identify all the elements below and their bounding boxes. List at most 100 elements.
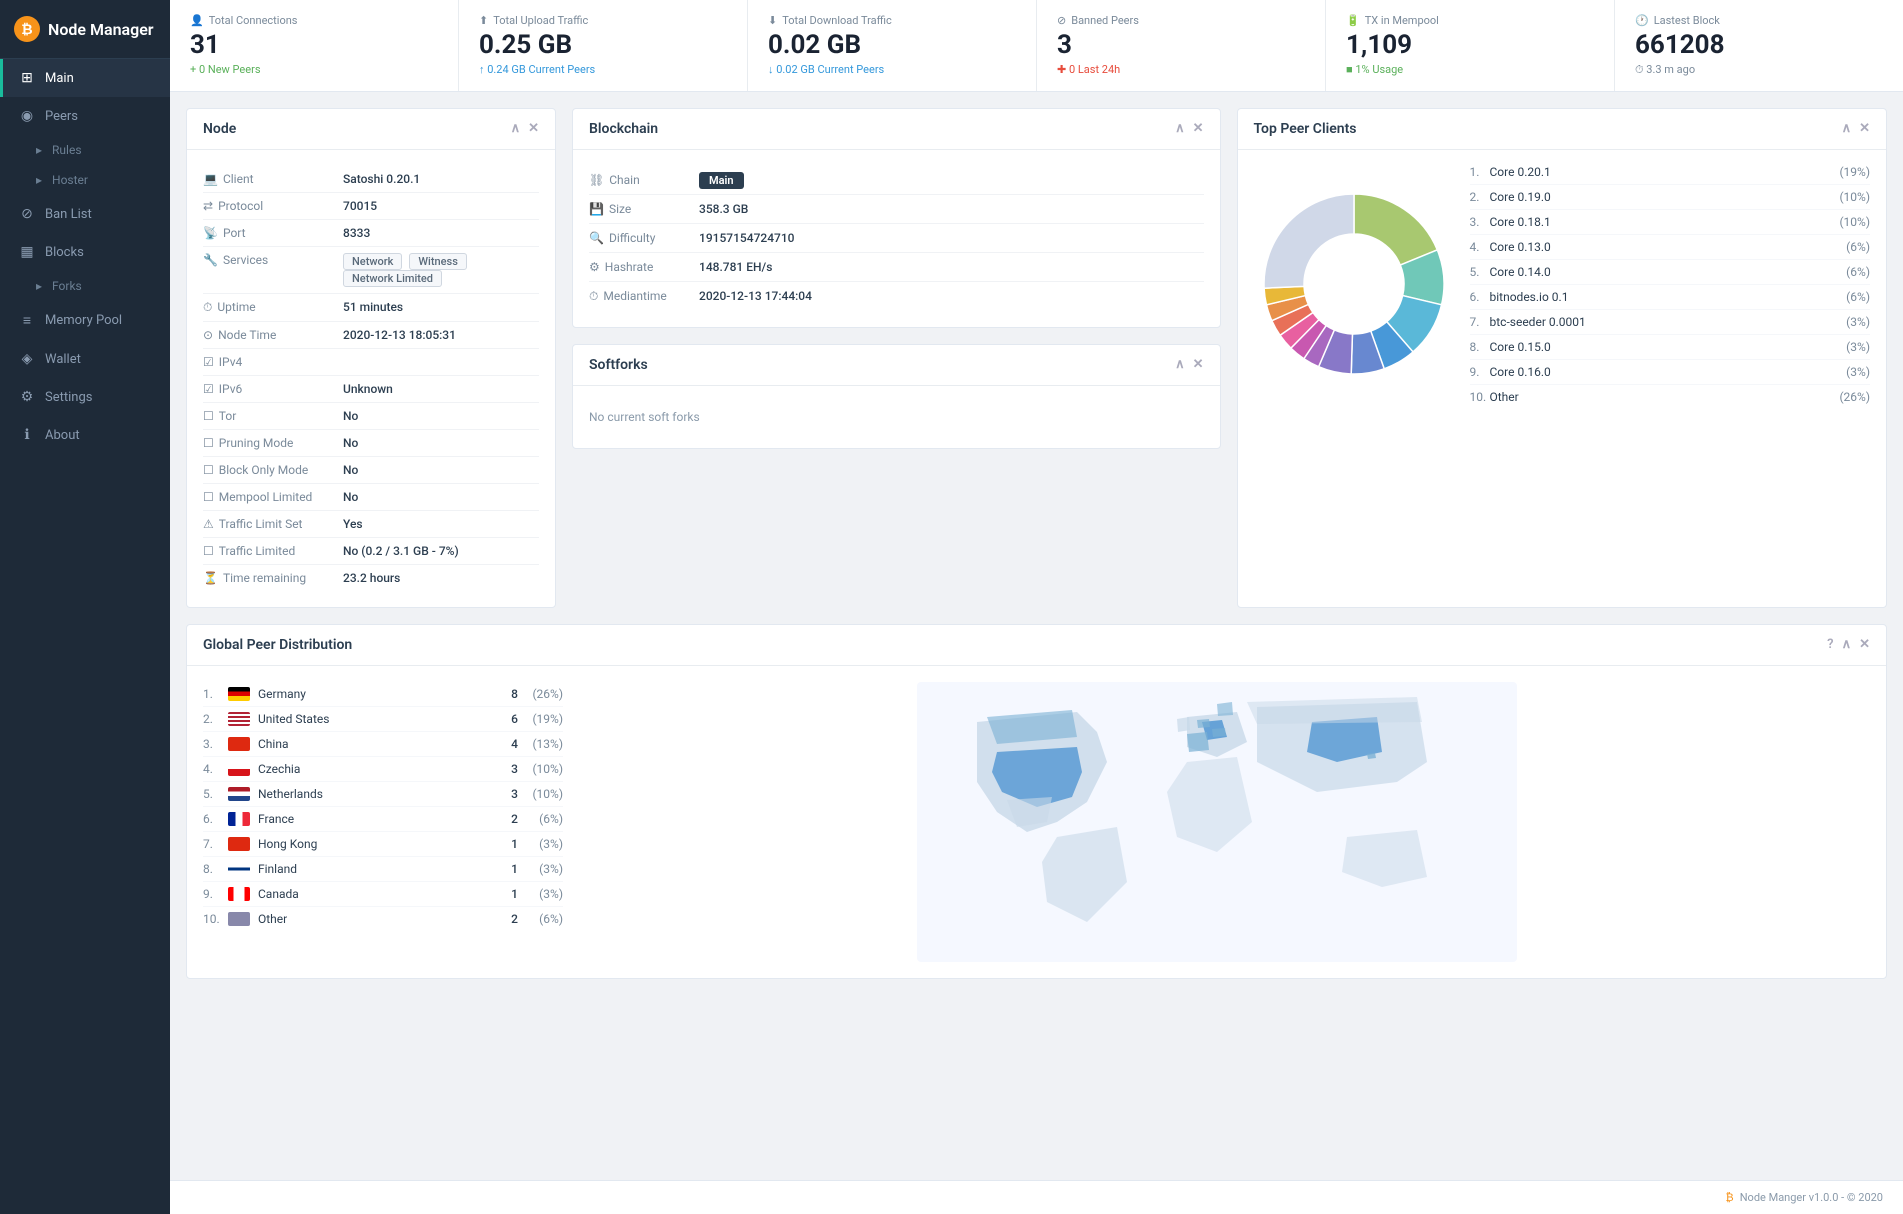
node-panel-actions: ∧ ✕ [511, 121, 539, 136]
peer-rank: 6. [1470, 290, 1490, 304]
peer-row: 10. Other (26%) [1470, 385, 1871, 409]
settings-icon: ⚙ [19, 389, 35, 405]
node-val-client: Satoshi 0.20.1 [343, 172, 420, 186]
country-row: 3. China 4 (13%) [203, 732, 563, 757]
node-key-trafficlimited: ☐ Traffic Limited [203, 544, 343, 558]
blockchain-softforks: Blockchain ∧ ✕ ⛓ Chain Main 💾 Size [572, 108, 1221, 608]
blockonly-icon: ☐ [203, 463, 214, 477]
peer-name: Other [1490, 390, 1840, 404]
sidebar-label-wallet: Wallet [45, 352, 81, 367]
bc-key-difficulty: 🔍 Difficulty [589, 231, 699, 245]
trafficlimited-icon: ☐ [203, 544, 214, 558]
mempool-icon: ≡ [19, 312, 35, 329]
peer-rank: 7. [1470, 315, 1490, 329]
sidebar-item-main[interactable]: ⊞ Main [0, 59, 170, 97]
country-rank: 3. [203, 737, 228, 751]
softforks-empty: No current soft forks [589, 402, 1204, 432]
stat-mempool: 🔋 TX in Mempool 1,109 ■ 1% Usage [1326, 0, 1615, 91]
node-val-port: 8333 [343, 226, 370, 240]
global-close-btn[interactable]: ✕ [1859, 637, 1870, 652]
blockchain-close-btn[interactable]: ✕ [1193, 121, 1204, 136]
node-row-trafficlimitset: ⚠ Traffic Limit Set Yes [203, 511, 539, 538]
sidebar-item-rules[interactable]: ▸ Rules [0, 135, 170, 165]
peer-rank: 9. [1470, 365, 1490, 379]
stat-download-label: ⬇ Total Download Traffic [768, 14, 1016, 27]
country-rank: 5. [203, 787, 228, 801]
peer-name: btc-seeder 0.0001 [1490, 315, 1847, 329]
country-pct: (19%) [518, 712, 563, 726]
sidebar-item-banlist[interactable]: ⊘ Ban List [0, 195, 170, 233]
app-logo: ₿ Node Manager [0, 0, 170, 59]
country-flag-nl [228, 787, 250, 801]
peer-name: Core 0.13.0 [1490, 240, 1847, 254]
country-row: 9. Canada 1 (3%) [203, 882, 563, 907]
node-val-mempoollim: No [343, 490, 358, 504]
node-row-uptime: ⏱ Uptime 51 minutes [203, 294, 539, 322]
country-name: United States [258, 712, 488, 726]
sidebar-item-peers[interactable]: ◉ Peers [0, 97, 170, 135]
sidebar-item-mempool[interactable]: ≡ Memory Pool [0, 301, 170, 340]
sidebar-item-blocks[interactable]: ▦ Blocks [0, 233, 170, 271]
sidebar-label-main: Main [45, 71, 74, 86]
node-row-timeremaining: ⏳ Time remaining 23.2 hours [203, 565, 539, 591]
stat-download: ⬇ Total Download Traffic 0.02 GB ↓ 0.02 … [748, 0, 1037, 91]
peer-name: Core 0.18.1 [1490, 215, 1840, 229]
country-row: 1. Germany 8 (26%) [203, 682, 563, 707]
stat-mempool-label: 🔋 TX in Mempool [1346, 14, 1594, 27]
country-rank: 2. [203, 712, 228, 726]
softforks-panel-actions: ∧ ✕ [1175, 357, 1203, 372]
global-help-btn[interactable]: ? [1827, 637, 1833, 652]
sidebar-item-forks[interactable]: ▸ Forks [0, 271, 170, 301]
peer-name: Core 0.19.0 [1490, 190, 1840, 204]
rules-icon: ▸ [36, 143, 42, 157]
node-row-ipv6: ☑ IPv6 Unknown [203, 376, 539, 403]
country-pct: (6%) [518, 812, 563, 826]
peer-rank: 8. [1470, 340, 1490, 354]
blockchain-collapse-btn[interactable]: ∧ [1175, 121, 1185, 136]
services-icon: 🔧 [203, 253, 218, 267]
node-close-btn[interactable]: ✕ [528, 121, 539, 136]
node-val-blockonly: No [343, 463, 358, 477]
forks-icon: ▸ [36, 279, 42, 293]
global-collapse-btn[interactable]: ∧ [1842, 637, 1852, 652]
sidebar-item-wallet[interactable]: ◈ Wallet [0, 340, 170, 378]
peer-rank: 4. [1470, 240, 1490, 254]
country-list: 1. Germany 8 (26%) 2. United States 6 (1… [203, 682, 563, 962]
country-pct: (3%) [518, 862, 563, 876]
bc-key-chain: ⛓ Chain [589, 173, 699, 187]
peer-pct: (10%) [1839, 215, 1870, 229]
world-map-svg [917, 682, 1517, 962]
peer-row: 8. Core 0.15.0 (3%) [1470, 335, 1871, 360]
sidebar-item-about[interactable]: ℹ About [0, 416, 170, 454]
top-peers-close-btn[interactable]: ✕ [1859, 121, 1870, 136]
bc-row-size: 💾 Size 358.3 GB [589, 195, 1204, 224]
top-peers-panel-header: Top Peer Clients ∧ ✕ [1238, 109, 1887, 150]
node-val-nodetime: 2020-12-13 18:05:31 [343, 328, 456, 342]
bc-key-size: 💾 Size [589, 202, 699, 216]
stat-lastblock: 🕐 Lastest Block 661208 ⏱ 3.3 m ago [1615, 0, 1903, 91]
softforks-close-btn[interactable]: ✕ [1193, 357, 1204, 372]
node-key-port: 📡 Port [203, 226, 343, 240]
country-pct: (26%) [518, 687, 563, 701]
stat-mempool-value: 1,109 [1346, 31, 1594, 60]
timeremaining-icon: ⏳ [203, 571, 218, 585]
top-peers-body: 1. Core 0.20.1 (19%) 2. Core 0.19.0 (10%… [1238, 150, 1887, 419]
node-row-protocol: ⇄ Protocol 70015 [203, 193, 539, 220]
bitcoin-icon: ₿ [14, 16, 40, 42]
country-flag-us [228, 712, 250, 726]
top-peers-collapse-btn[interactable]: ∧ [1842, 121, 1852, 136]
bc-key-hashrate: ⚙ Hashrate [589, 260, 699, 274]
peer-name: bitnodes.io 0.1 [1490, 290, 1847, 304]
connections-icon: 👤 [190, 14, 204, 27]
protocol-icon: ⇄ [203, 199, 213, 213]
sidebar-item-settings[interactable]: ⚙ Settings [0, 378, 170, 416]
bc-row-difficulty: 🔍 Difficulty 19157154724710 [589, 224, 1204, 253]
country-count: 2 [488, 912, 518, 926]
sidebar-item-hoster[interactable]: ▸ Hoster [0, 165, 170, 195]
softforks-collapse-btn[interactable]: ∧ [1175, 357, 1185, 372]
panels-row-1: Node ∧ ✕ 💻 Client Satoshi 0.20.1 ⇄ Proto… [186, 108, 1887, 608]
node-collapse-btn[interactable]: ∧ [511, 121, 521, 136]
peer-pct: (6%) [1846, 290, 1870, 304]
peer-name: Core 0.20.1 [1490, 165, 1840, 179]
sidebar-label-about: About [45, 428, 80, 443]
